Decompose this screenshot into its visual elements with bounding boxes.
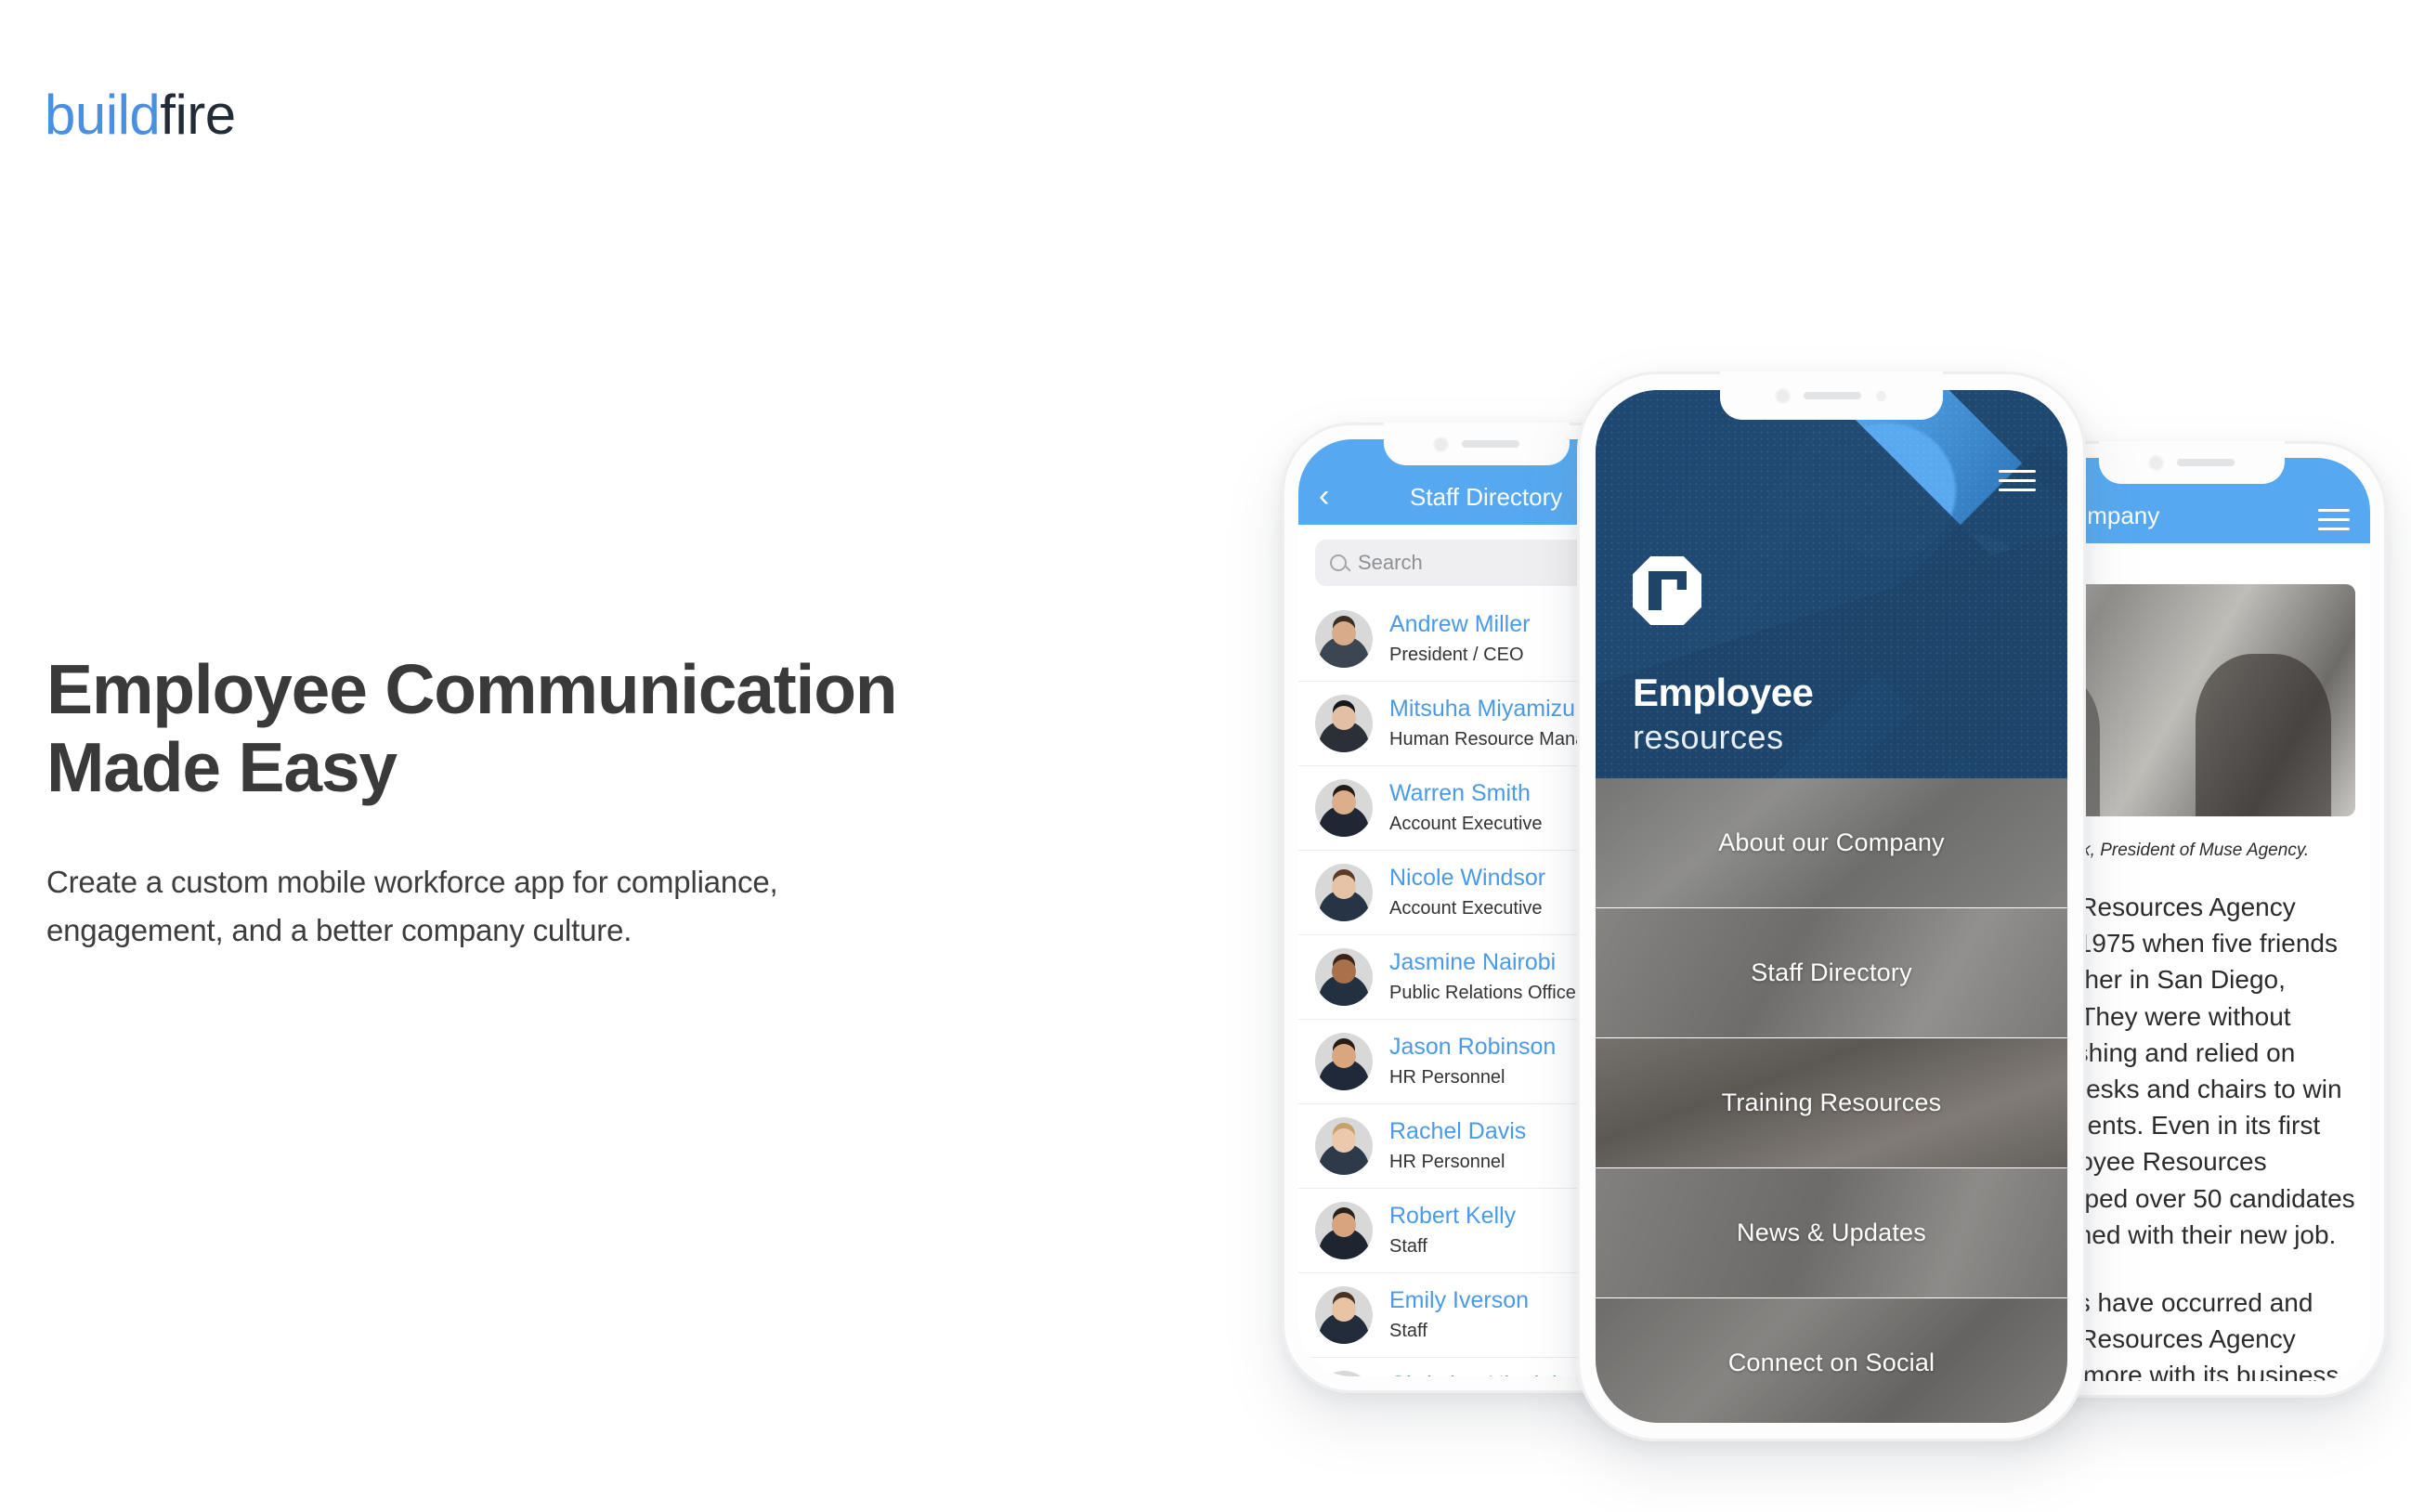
app-brand-block: Employee resources: [1633, 556, 1814, 758]
staff-role: Staff: [1389, 1320, 1427, 1341]
search-icon: [1330, 554, 1347, 571]
staff-role: Account Executive: [1389, 813, 1543, 834]
menu-item-label: News & Updates: [1737, 1219, 1926, 1246]
front-camera-icon: [1434, 437, 1447, 450]
staff-role: HR Personnel: [1389, 1066, 1505, 1088]
app-hero-banner: Employee resources: [1596, 390, 2067, 778]
hamburger-menu-icon[interactable]: [1999, 470, 2036, 491]
avatar: [1315, 1202, 1373, 1259]
app-menu-item[interactable]: About our Company: [1596, 778, 2067, 908]
employee-resources-logo-icon: [1633, 556, 1701, 625]
avatar: [1315, 1371, 1373, 1376]
logo-text-build: build: [45, 84, 161, 146]
menu-item-label: Staff Directory: [1751, 958, 1912, 986]
staff-name[interactable]: Christine Nicolai: [1389, 1371, 1557, 1376]
app-hero-subtitle: resources: [1633, 718, 1784, 756]
app-menu-item[interactable]: News & Updates: [1596, 1168, 2067, 1298]
phone-notch: [1720, 371, 1943, 420]
app-hero-title: Employee: [1633, 671, 1814, 714]
hero-subcopy: Create a custom mobile workforce app for…: [46, 865, 778, 948]
staff-name[interactable]: Emily Iverson: [1389, 1286, 1529, 1315]
app-menu-item[interactable]: Staff Directory: [1596, 908, 2067, 1038]
app-menu-item[interactable]: Connect on Social: [1596, 1298, 2067, 1423]
avatar: [1315, 1286, 1373, 1344]
staff-role: HR Personnel: [1389, 1151, 1505, 1172]
staff-name[interactable]: Warren Smith: [1389, 779, 1543, 808]
phone-notch: [2099, 441, 2285, 484]
logo-text-fire: fire: [160, 84, 236, 146]
avatar: [1315, 864, 1373, 921]
front-camera-icon: [2149, 456, 2162, 469]
staff-role: President / CEO: [1389, 644, 1524, 665]
avatar: [1315, 1117, 1373, 1175]
page-root: buildfire Employee Communication Made Ea…: [0, 0, 2411, 1512]
back-chevron-icon[interactable]: ‹: [1319, 480, 1356, 512]
earpiece-speaker: [1804, 392, 1861, 399]
proximity-sensor-icon: [1876, 390, 1886, 401]
menu-item-label: About our Company: [1718, 828, 1945, 856]
staff-name[interactable]: Jason Robinson: [1389, 1033, 1556, 1062]
avatar: [1315, 610, 1373, 668]
phone-notch: [1384, 423, 1570, 465]
phone-screen-app-menu: Employee resources About our Company Staf…: [1596, 390, 2067, 1423]
staff-name[interactable]: Robert Kelly: [1389, 1202, 1516, 1231]
staff-name[interactable]: Rachel Davis: [1389, 1117, 1526, 1146]
staff-name[interactable]: Jasmine Nairobi: [1389, 948, 1583, 977]
phone-mockup-app-menu: Employee resources About our Company Staf…: [1577, 371, 2086, 1441]
earpiece-speaker: [2176, 459, 2235, 466]
menu-item-label: Connect on Social: [1727, 1349, 1935, 1376]
avatar: [1315, 779, 1373, 837]
appbar-title: Staff Directory: [1410, 483, 1563, 511]
staff-name[interactable]: Nicole Windsor: [1389, 864, 1545, 893]
menu-item-label: Training Resources: [1721, 1088, 1942, 1116]
hamburger-menu-icon[interactable]: [2318, 509, 2350, 530]
staff-role: Public Relations Officer: [1389, 982, 1583, 1003]
phone-mockup-cluster: ‹ Staff Directory Search Andrew Miller Pr…: [1282, 371, 2411, 1449]
app-menu-list[interactable]: About our Company Staff Directory Training…: [1596, 778, 2067, 1423]
staff-role: Account Executive: [1389, 897, 1543, 919]
earpiece-speaker: [1461, 440, 1519, 448]
hero-copy: Employee Communication Made Easy Create …: [46, 650, 1189, 955]
avatar: [1315, 948, 1373, 1006]
app-menu-item[interactable]: Training Resources: [1596, 1038, 2067, 1168]
search-placeholder: Search: [1358, 551, 1423, 574]
buildfire-logo[interactable]: buildfire: [45, 87, 236, 143]
avatar: [1315, 1033, 1373, 1090]
staff-name[interactable]: Andrew Miller: [1389, 610, 1530, 639]
staff-role: Staff: [1389, 1235, 1427, 1257]
avatar: [1315, 695, 1373, 752]
page-title: Employee Communication Made Easy: [46, 650, 898, 806]
front-camera-icon: [1777, 389, 1789, 402]
